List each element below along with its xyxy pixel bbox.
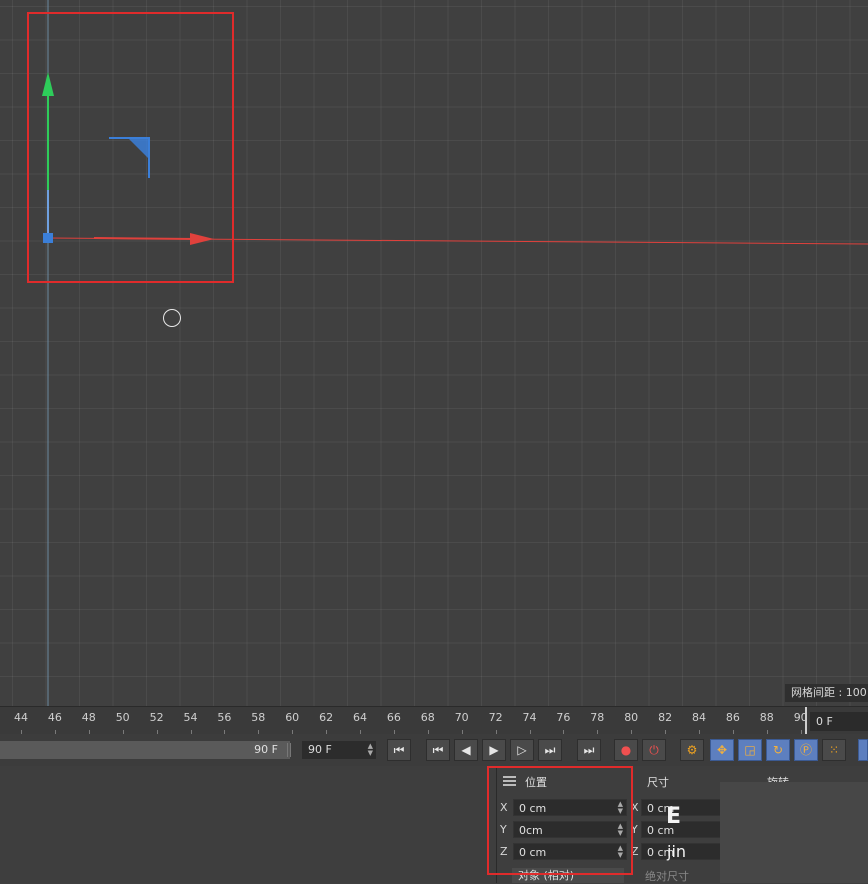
watermark-text: E	[666, 804, 682, 829]
size-mode-select[interactable]: 绝对尺寸	[645, 868, 689, 884]
next-key-button[interactable]: ⏭	[538, 739, 562, 761]
scale-key-icon: ◲	[744, 743, 756, 757]
timeline-tick-label: 48	[81, 711, 96, 724]
go-to-start-icon: ⏮	[393, 743, 405, 757]
3d-viewport[interactable]: 网格间距 : 100 c	[0, 0, 868, 706]
timeline-tick-label: 50	[115, 711, 130, 724]
timeline-tick-label: 64	[353, 711, 367, 724]
param-key-button[interactable]: Ⓟ	[794, 739, 818, 761]
timeline-tick-label: 86	[725, 711, 740, 724]
pla-key-button[interactable]: ⁙	[822, 739, 846, 761]
frame-range-slider[interactable]: 90 F	[0, 741, 290, 759]
playhead[interactable]	[804, 707, 807, 735]
scale-key-button[interactable]: ◲	[738, 739, 762, 761]
timeline-tick-label: 72	[488, 711, 503, 724]
timeline-tick-label: 44	[14, 711, 28, 724]
range-end-label: 90 F	[254, 743, 278, 756]
next-frame-icon: ▷	[517, 743, 527, 757]
keyframe-settings-icon: ⚙	[686, 743, 698, 757]
timeline-tick-label: 70	[454, 711, 469, 724]
prev-key-icon: ⏮	[432, 743, 444, 757]
autokey-icon: ⏻	[649, 743, 659, 757]
timeline-tick-label: 78	[590, 711, 605, 724]
prev-key-button[interactable]: ⏮	[426, 739, 450, 761]
timeline-tick-label: 52	[149, 711, 164, 724]
timeline-tick-label: 74	[522, 711, 537, 724]
autokey-button[interactable]: ⏻	[642, 739, 666, 761]
prev-frame-button[interactable]: ◀	[454, 739, 478, 761]
highlight-box-position	[487, 766, 633, 875]
blurred-region	[720, 782, 868, 883]
extra-toolbar-button[interactable]	[858, 739, 868, 761]
timeline-tick-label: 54	[183, 711, 198, 724]
timeline-ruler[interactable]: 44 46 48 50 52 54 56 58 60 62 64 66 68 70 72 74 76 78 80 82…	[0, 706, 868, 735]
timeline-tick-label: 66	[386, 711, 401, 724]
max-frame-field[interactable]: 90 F ▲ ▼	[302, 741, 376, 759]
go-to-end-button[interactable]: ⏭	[577, 739, 601, 761]
timeline-tick-label: 60	[285, 711, 300, 724]
stepper-arrows-icon[interactable]: ▲ ▼	[368, 743, 373, 757]
highlight-box-axis	[27, 12, 234, 283]
cursor-circle-icon	[163, 309, 181, 327]
next-key-icon: ⏭	[544, 743, 556, 757]
timeline-tick-label: 88	[759, 711, 774, 724]
go-to-start-button[interactable]: ⏮	[387, 739, 411, 761]
play-icon: ▶	[489, 743, 499, 757]
rotate-key-button[interactable]: ↻	[766, 739, 790, 761]
timeline-tick-label: 62	[319, 711, 334, 724]
size-header: 尺寸	[647, 776, 669, 789]
timeline-tick-label: 46	[47, 711, 62, 724]
timeline-tick-label: 76	[556, 711, 571, 724]
move-key-icon: ✥	[716, 743, 728, 757]
watermark-text-2: jin	[667, 842, 687, 861]
next-frame-button[interactable]: ▷	[510, 739, 534, 761]
timeline-tick-label: 58	[251, 711, 266, 724]
grid-spacing-label: 网格间距 : 100 c	[785, 684, 868, 702]
range-separator	[287, 743, 291, 757]
timeline-tick-label: 56	[217, 711, 232, 724]
keyframe-settings-button[interactable]: ⚙	[680, 739, 704, 761]
max-frame-value: 90 F	[308, 743, 332, 756]
rotate-key-icon: ↻	[772, 743, 784, 757]
current-frame-field[interactable]: 0 F	[810, 712, 868, 731]
timeline-tick-label: 82	[658, 711, 673, 724]
param-key-icon: Ⓟ	[799, 743, 812, 757]
move-key-button[interactable]: ✥	[710, 739, 734, 761]
play-button[interactable]: ▶	[482, 739, 506, 761]
record-icon: ●	[620, 743, 632, 757]
go-to-end-icon: ⏭	[583, 743, 595, 757]
pla-key-icon: ⁙	[828, 743, 840, 757]
prev-frame-icon: ◀	[461, 743, 471, 757]
transport-bar: 90 F 90 F ▲ ▼ ⏮ ⏮ ◀ ▶ ▷ ⏭ ⏭ ● ⏻ ⚙ ✥ ◲ ↻ Ⓟ…	[0, 734, 868, 767]
timeline-tick-label: 68	[420, 711, 435, 724]
timeline-tick-label: 84	[692, 711, 706, 724]
record-button[interactable]: ●	[614, 739, 638, 761]
timeline-tick-label: 80	[624, 711, 639, 724]
